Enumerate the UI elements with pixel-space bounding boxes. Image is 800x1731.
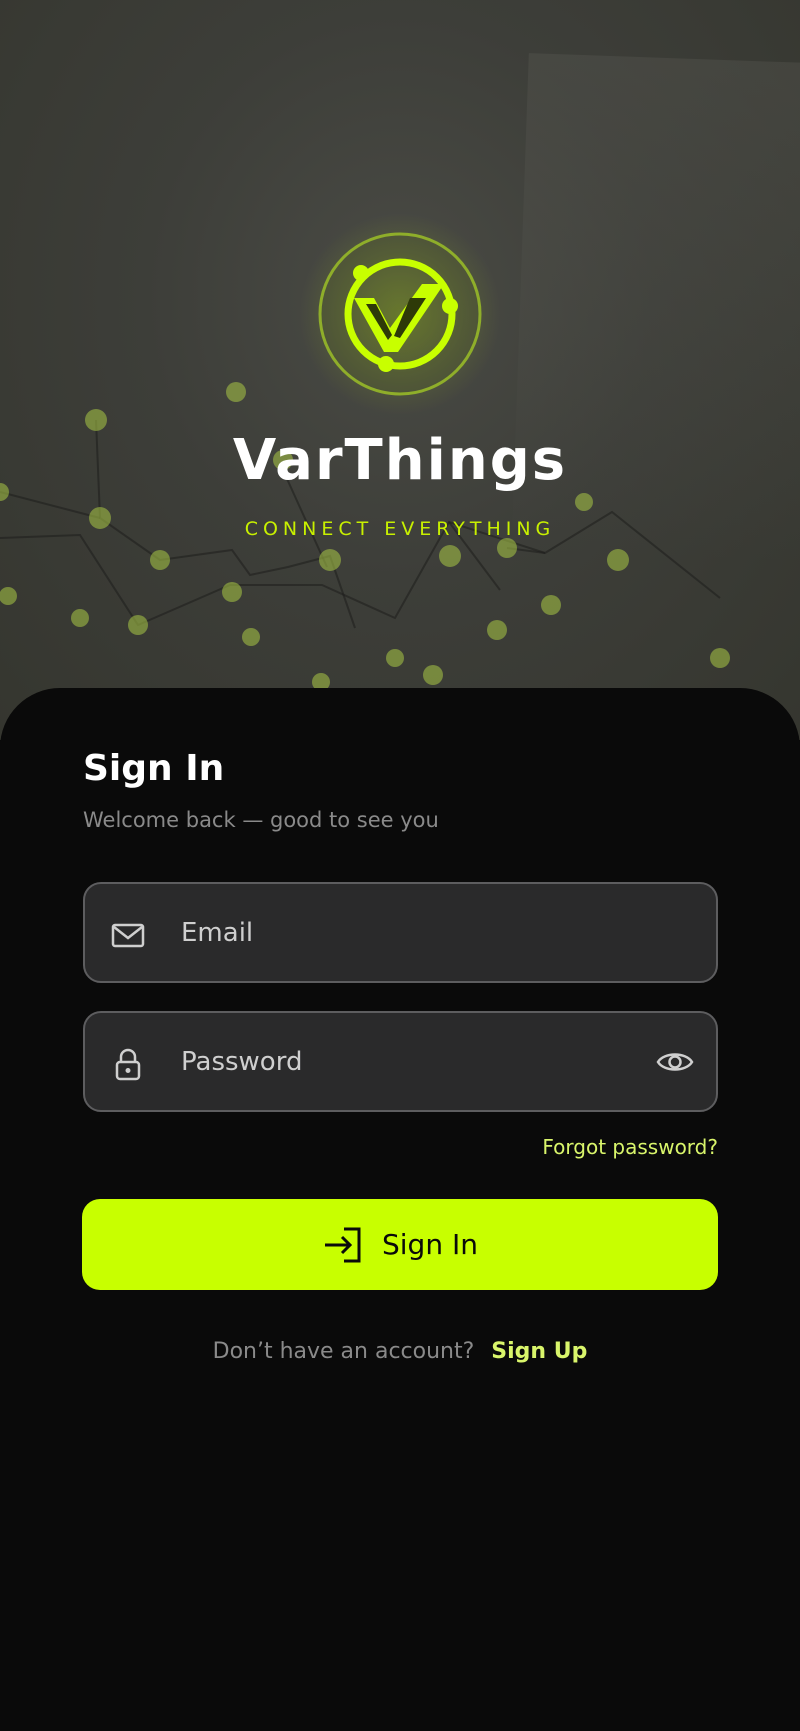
lock-icon bbox=[115, 1048, 141, 1081]
brand-name: VarThings bbox=[232, 428, 568, 493]
signin-card: Sign In Welcome back — good to see you F… bbox=[0, 688, 800, 1731]
signin-subtitle: Welcome back — good to see you bbox=[83, 808, 439, 832]
signup-row: Don’t have an account? Sign Up bbox=[0, 1339, 800, 1364]
forgot-password-link[interactable]: Forgot password? bbox=[542, 1135, 718, 1159]
password-input[interactable] bbox=[181, 1013, 611, 1110]
hero-banner: VarThings CONNECT EVERYTHING bbox=[0, 0, 800, 740]
signin-title: Sign In bbox=[83, 748, 225, 789]
signin-button-label: Sign In bbox=[382, 1228, 478, 1261]
mail-icon bbox=[111, 923, 145, 948]
brand-tagline: CONNECT EVERYTHING bbox=[244, 518, 556, 540]
login-icon bbox=[325, 1227, 361, 1262]
email-input[interactable] bbox=[181, 884, 611, 981]
signin-button[interactable]: Sign In bbox=[82, 1199, 718, 1290]
password-field[interactable] bbox=[83, 1011, 718, 1112]
signup-prompt: Don’t have an account? bbox=[212, 1339, 475, 1364]
signup-link[interactable]: Sign Up bbox=[491, 1339, 587, 1364]
email-field[interactable] bbox=[83, 882, 718, 983]
varthings-logo-icon bbox=[318, 232, 482, 396]
brand-logo bbox=[298, 212, 502, 416]
eye-icon[interactable] bbox=[655, 1045, 695, 1079]
